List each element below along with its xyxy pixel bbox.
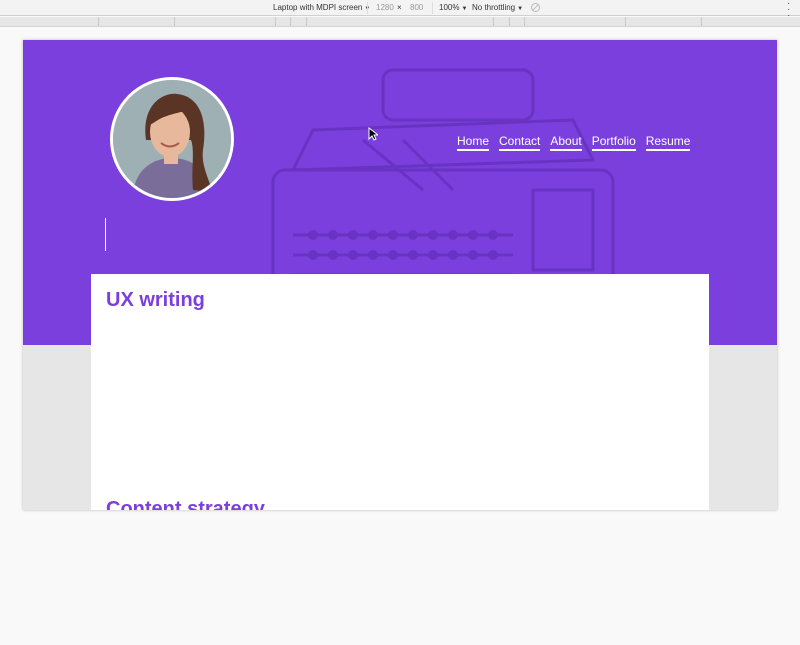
main-nav: Home Contact About Portfolio Resume [457, 134, 691, 151]
ruler-tick [306, 17, 307, 26]
ruler-tick [275, 17, 276, 26]
ruler-tick [493, 17, 494, 26]
ruler-tick [524, 17, 525, 26]
throttling-label: No throttling [472, 3, 516, 12]
ruler-tick [509, 17, 510, 26]
emulated-viewport: Home Contact About Portfolio Resume UX w… [23, 40, 777, 510]
ruler-tick [701, 17, 702, 26]
ruler-tick [174, 17, 175, 26]
chevron-down-icon: ▼ [517, 6, 524, 12]
height-field[interactable]: 800 [410, 3, 423, 12]
nav-resume-link[interactable]: Resume [645, 134, 691, 151]
section-heading-ux-writing: UX writing [106, 289, 205, 311]
divider [432, 2, 433, 14]
zoom-label: 100% [439, 3, 460, 12]
divider [367, 2, 368, 14]
nav-home-link[interactable]: Home [457, 134, 490, 151]
width-field[interactable]: 1280 [376, 3, 394, 12]
times-icon: × [397, 3, 402, 12]
throttling-select[interactable]: No throttling ▼ [472, 3, 523, 12]
device-toolbar: Laptop with MDPI screen▼ 1280 × 800 100%… [0, 0, 800, 21]
avatar [110, 77, 234, 201]
text-caret [105, 218, 106, 251]
nav-contact-link[interactable]: Contact [499, 134, 541, 151]
zoom-select[interactable]: 100% ▼ [439, 3, 467, 12]
ruler-tick [98, 17, 99, 26]
throttle-off-icon[interactable] [531, 3, 540, 12]
ruler-tick [290, 17, 291, 26]
section-heading-content-strategy: Content strategy [106, 498, 265, 510]
device-label: Laptop with MDPI screen [273, 3, 363, 12]
ruler-tick [625, 17, 626, 26]
media-query-ruler[interactable] [0, 17, 800, 27]
mouse-cursor-icon [368, 127, 378, 141]
chevron-down-icon: ▼ [461, 6, 468, 12]
profile-photo [113, 80, 231, 198]
device-select[interactable]: Laptop with MDPI screen▼ [273, 3, 370, 12]
typewriter-illustration [271, 68, 615, 290]
nav-portfolio-link[interactable]: Portfolio [591, 134, 636, 151]
nav-about-link[interactable]: About [550, 134, 582, 151]
content-card: UX writing Content strategy [91, 274, 709, 510]
